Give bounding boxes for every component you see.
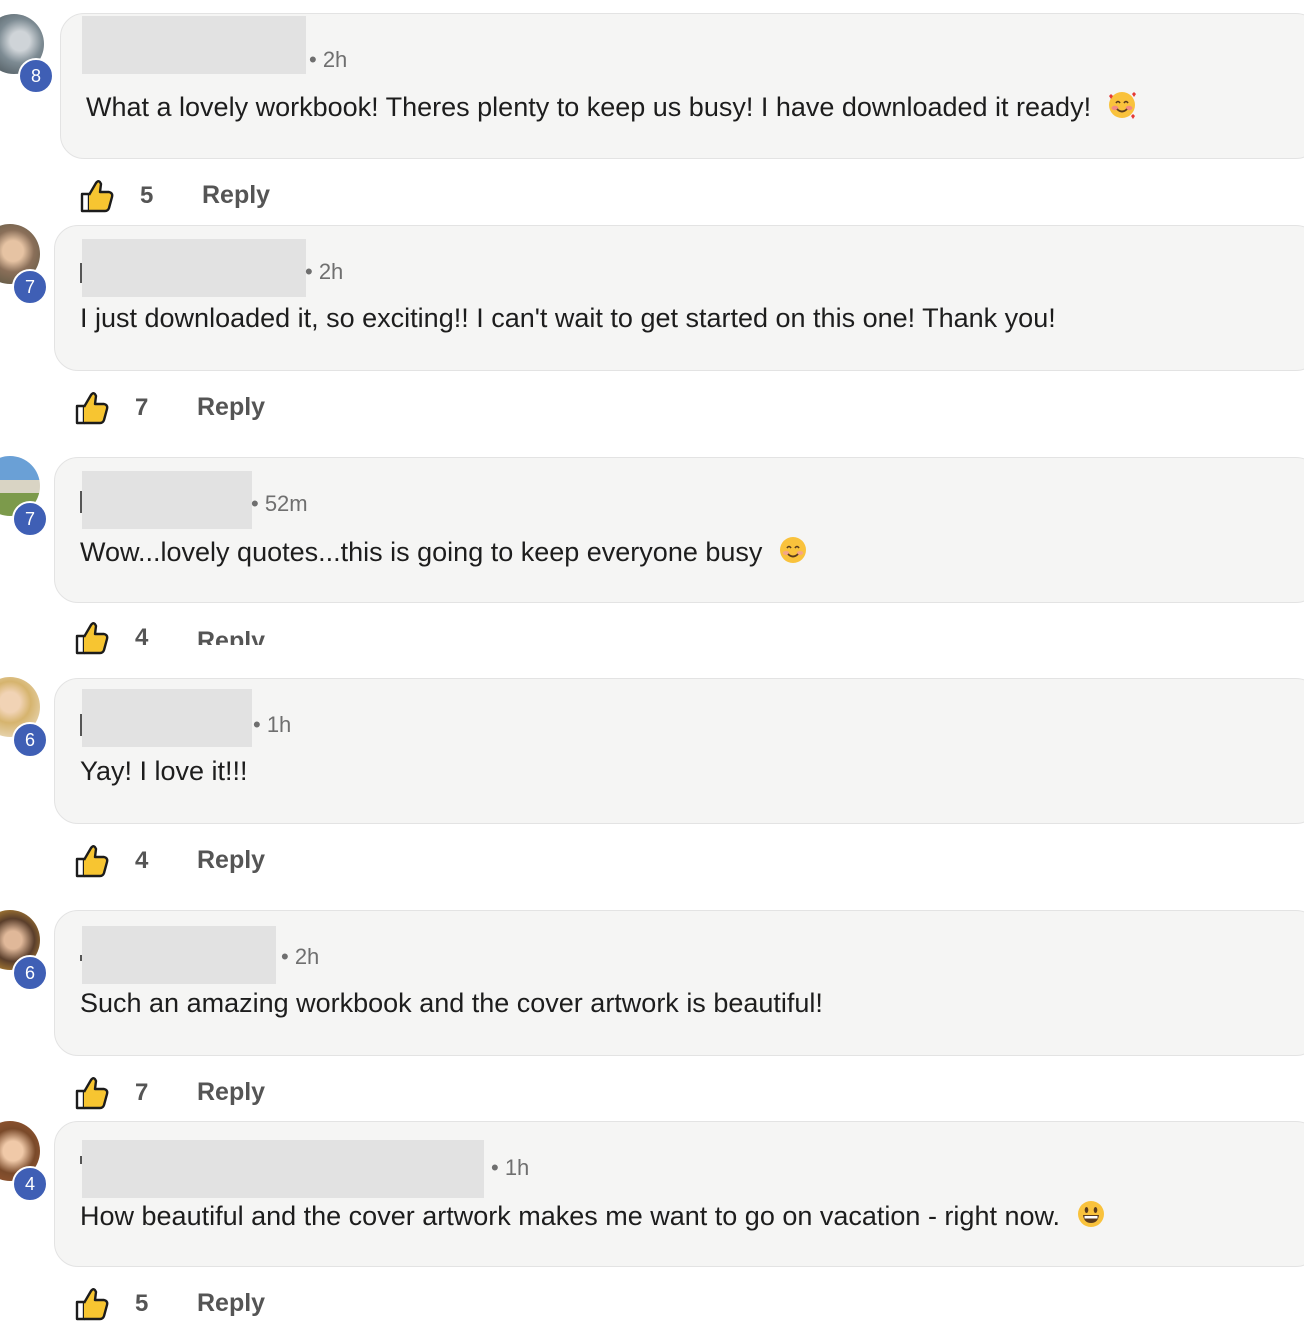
like-count: 4 [135, 847, 149, 874]
reply-button[interactable]: Reply [197, 846, 265, 875]
comment-bubble: • 1h Yay! I love it!!! [54, 678, 1304, 824]
comment-actions: 7 Reply [75, 1075, 335, 1115]
level-badge: 7 [12, 269, 48, 305]
comment-bubble: • 1h How beautiful and the cover artwork… [54, 1121, 1304, 1267]
smiling-face-icon [778, 535, 808, 572]
like-count: 5 [140, 182, 154, 209]
comment-bubble: • 2h Such an amazing workbook and the co… [54, 910, 1304, 1056]
reply-button[interactable]: Reply [197, 393, 265, 422]
like-count: 7 [135, 394, 149, 421]
thumbs-up-icon[interactable] [75, 1286, 109, 1322]
like-count: 5 [135, 1290, 149, 1317]
smiling-face-with-hearts-icon [1107, 90, 1137, 127]
comment-actions: 7 Reply [75, 390, 335, 430]
thumbs-up-icon[interactable] [75, 620, 109, 656]
reply-button[interactable]: Reply [197, 1289, 265, 1318]
comment-timestamp: • 1h [491, 1155, 530, 1180]
like-count: 7 [135, 1079, 149, 1106]
comment-text-content: Wow...lovely quotes...this is going to k… [80, 537, 763, 567]
comment-text: Wow...lovely quotes...this is going to k… [80, 535, 808, 572]
comment-text: Such an amazing workbook and the cover a… [80, 988, 823, 1018]
level-badge: 6 [12, 722, 48, 758]
thumbs-up-icon[interactable] [80, 178, 114, 214]
reply-label: Reply [197, 627, 266, 645]
author-name-redacted[interactable] [82, 16, 306, 74]
reply-button[interactable]: Reply [197, 1078, 265, 1107]
reply-button[interactable]: Reply [197, 627, 265, 645]
comment-timestamp: • 1h [253, 712, 292, 737]
comment-bubble: • 52m Wow...lovely quotes...this is goin… [54, 457, 1304, 603]
reply-button[interactable]: Reply [202, 181, 270, 210]
comment-bubble: • 2h I just downloaded it, so exciting!!… [54, 225, 1304, 371]
comment-timestamp: • 2h [309, 47, 348, 72]
comment-timestamp: • 2h [281, 944, 320, 969]
comment-text: How beautiful and the cover artwork make… [80, 1199, 1106, 1236]
comment-actions: 4 Reply [75, 843, 335, 883]
comment-text-content: What a lovely workbook! Theres plenty to… [86, 92, 1092, 122]
comment-timestamp: • 52m [251, 491, 308, 516]
author-name-redacted[interactable] [82, 689, 252, 747]
author-name-redacted[interactable] [82, 239, 306, 297]
comment-bubble: • 2h What a lovely workbook! Theres plen… [60, 13, 1304, 159]
comment-text: Yay! I love it!!! [80, 756, 248, 786]
level-badge: 6 [12, 955, 48, 991]
like-count: 4 [135, 624, 149, 651]
comment-actions: 4 Reply [75, 620, 335, 660]
comment-text-content: How beautiful and the cover artwork make… [80, 1201, 1061, 1231]
thumbs-up-icon[interactable] [75, 1075, 109, 1111]
comment-text: I just downloaded it, so exciting!! I ca… [80, 303, 1056, 333]
author-name-redacted[interactable] [82, 471, 252, 529]
thumbs-up-icon[interactable] [75, 843, 109, 879]
comment-timestamp: • 2h [305, 259, 344, 284]
author-name-redacted[interactable] [82, 1140, 484, 1198]
level-badge: 8 [18, 58, 54, 94]
level-badge: 7 [12, 501, 48, 537]
level-badge: 4 [12, 1166, 48, 1202]
comment-actions: 5 Reply [75, 1286, 335, 1326]
comment-actions: 5 Reply [80, 178, 340, 218]
author-name-redacted[interactable] [82, 926, 276, 984]
comment-text: What a lovely workbook! Theres plenty to… [86, 90, 1137, 127]
thumbs-up-icon[interactable] [75, 390, 109, 426]
grinning-face-icon [1076, 1199, 1106, 1236]
